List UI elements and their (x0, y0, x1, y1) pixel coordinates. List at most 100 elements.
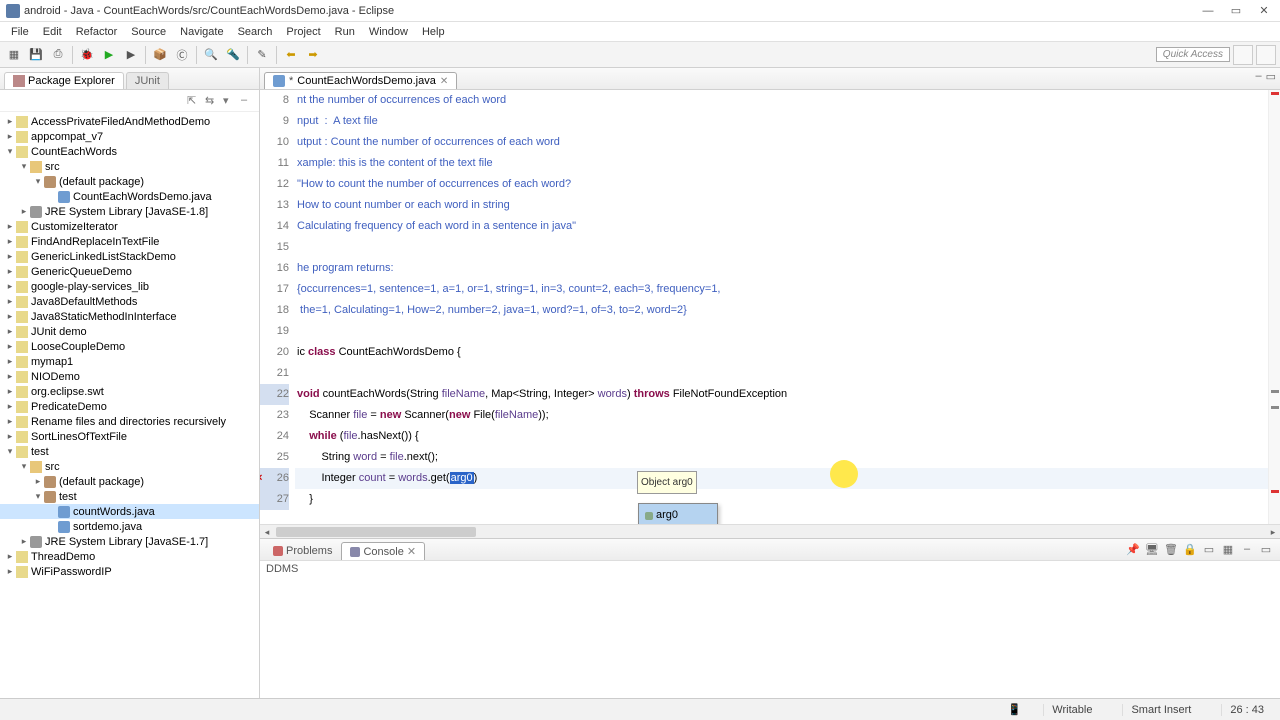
tree-item[interactable]: ▾test (0, 489, 259, 504)
tree-item[interactable]: ▸AccessPrivateFiledAndMethodDemo (0, 114, 259, 129)
tree-item[interactable]: sortdemo.java (0, 519, 259, 534)
menubar: FileEditRefactorSourceNavigateSearchProj… (0, 22, 1280, 42)
menu-project[interactable]: Project (279, 24, 327, 40)
console-open-icon[interactable]: ▭ (1201, 541, 1217, 557)
console-scroll-lock-icon[interactable]: 🔒 (1182, 541, 1198, 557)
java-file-icon (273, 75, 285, 87)
tree-item[interactable]: ▸google-play-services_lib (0, 279, 259, 294)
tree-item[interactable]: ▸JRE System Library [JavaSE-1.8] (0, 204, 259, 219)
overview-ruler[interactable] (1268, 90, 1280, 524)
tab-package-explorer[interactable]: Package Explorer (4, 72, 124, 89)
tree-item[interactable]: ▸appcompat_v7 (0, 129, 259, 144)
tree-item[interactable]: ▾src (0, 459, 259, 474)
tree-item[interactable]: ▾CountEachWords (0, 144, 259, 159)
close-button[interactable]: ✕ (1250, 1, 1278, 21)
menu-help[interactable]: Help (415, 24, 452, 40)
scroll-right-arrow[interactable]: ▸ (1266, 525, 1280, 539)
tab-label: Package Explorer (28, 75, 115, 87)
tree-item[interactable]: ▸Java8DefaultMethods (0, 294, 259, 309)
editor-maximize-icon[interactable]: ▭ (1266, 70, 1276, 83)
tree-item[interactable]: ▸GenericQueueDemo (0, 264, 259, 279)
tree-item[interactable]: ▸PredicateDemo (0, 399, 259, 414)
menu-source[interactable]: Source (124, 24, 173, 40)
tree-item[interactable]: ▸JRE System Library [JavaSE-1.7] (0, 534, 259, 549)
forward-button[interactable]: ➡ (303, 45, 323, 65)
menu-search[interactable]: Search (231, 24, 280, 40)
tab-problems[interactable]: Problems (264, 542, 341, 560)
console-min-icon[interactable]: – (1239, 541, 1255, 557)
editor-minimize-icon[interactable]: – (1255, 70, 1261, 83)
tree-item[interactable]: ▸Rename files and directories recursivel… (0, 414, 259, 429)
tab-close-icon[interactable]: ✕ (407, 545, 416, 558)
toggle-mark-button[interactable]: ✎ (252, 45, 272, 65)
quick-access-input[interactable]: Quick Access (1156, 47, 1230, 62)
back-button[interactable]: ⬅ (281, 45, 301, 65)
tree-item[interactable]: ▸SortLinesOfTextFile (0, 429, 259, 444)
status-android-icon[interactable]: 📱 (1008, 703, 1022, 716)
run-ext-button[interactable]: ▶ (121, 45, 141, 65)
code-editor[interactable]: nt the number of occurrences of each wor… (295, 90, 1280, 524)
tree-item[interactable]: ▾test (0, 444, 259, 459)
new-package-button[interactable]: 📦 (150, 45, 170, 65)
horizontal-scrollbar[interactable]: ◂ ▸ (260, 524, 1280, 538)
ruler-mark[interactable] (1271, 406, 1279, 409)
console-new-icon[interactable]: ▦ (1220, 541, 1236, 557)
save-all-button[interactable]: ⎙ (48, 45, 68, 65)
open-type-button[interactable]: 🔍 (201, 45, 221, 65)
line-number-gutter[interactable]: 89101112131415161718192021222324252627 (260, 90, 295, 524)
view-menu-icon[interactable]: ▾ (223, 94, 237, 108)
console-max-icon[interactable]: ▭ (1258, 541, 1274, 557)
ruler-error-mark[interactable] (1271, 490, 1279, 493)
tree-item[interactable]: ▸WiFiPasswordIP (0, 564, 259, 579)
menu-run[interactable]: Run (328, 24, 362, 40)
package-explorer-icon (13, 75, 25, 87)
ruler-error-mark[interactable] (1271, 92, 1279, 95)
ruler-mark[interactable] (1271, 390, 1279, 393)
menu-file[interactable]: File (4, 24, 36, 40)
tree-item[interactable]: ▸LooseCoupleDemo (0, 339, 259, 354)
save-button[interactable]: 💾 (26, 45, 46, 65)
tree-item[interactable]: ▸ThreadDemo (0, 549, 259, 564)
tree-item[interactable]: ▸CustomizeIterator (0, 219, 259, 234)
menu-window[interactable]: Window (362, 24, 415, 40)
minimize-button[interactable]: — (1194, 1, 1222, 21)
menu-edit[interactable]: Edit (36, 24, 69, 40)
tree-item[interactable]: CountEachWordsDemo.java (0, 189, 259, 204)
console-display-icon[interactable]: 🖥 (1144, 541, 1160, 557)
perspective-java[interactable] (1233, 45, 1253, 65)
tree-item[interactable]: ▸(default package) (0, 474, 259, 489)
search-button[interactable]: 🔦 (223, 45, 243, 65)
tree-item[interactable]: ▾(default package) (0, 174, 259, 189)
tab-junit[interactable]: JUnit (126, 72, 169, 89)
run-button[interactable]: ▶ (99, 45, 119, 65)
collapse-all-icon[interactable]: ⇱ (187, 94, 201, 108)
tab-console[interactable]: Console ✕ (341, 542, 425, 560)
tree-item[interactable]: ▸GenericLinkedListStackDemo (0, 249, 259, 264)
tab-label: Console (363, 546, 403, 558)
code-completion-popup[interactable]: arg0wordfilewordsfileNamegetClass()null (638, 503, 718, 524)
new-button[interactable]: ▦ (4, 45, 24, 65)
menu-navigate[interactable]: Navigate (173, 24, 230, 40)
link-editor-icon[interactable]: ⇆ (205, 94, 219, 108)
maximize-button[interactable]: ▭ (1222, 1, 1250, 21)
editor-tab-counteachwords[interactable]: *CountEachWordsDemo.java ✕ (264, 72, 457, 89)
minimize-view-icon[interactable]: – (241, 94, 255, 108)
tree-item[interactable]: ▸org.eclipse.swt (0, 384, 259, 399)
debug-button[interactable]: 🐞 (77, 45, 97, 65)
tree-item[interactable]: ▸NIODemo (0, 369, 259, 384)
tree-item[interactable]: ▸mymap1 (0, 354, 259, 369)
completion-item[interactable]: arg0 (639, 504, 717, 524)
tree-item[interactable]: countWords.java (0, 504, 259, 519)
new-class-button[interactable]: Ⓒ (172, 45, 192, 65)
scroll-left-arrow[interactable]: ◂ (260, 525, 274, 539)
tab-close-icon[interactable]: ✕ (440, 76, 448, 87)
console-pin-icon[interactable]: 📌 (1125, 541, 1141, 557)
tree-item[interactable]: ▸FindAndReplaceInTextFile (0, 234, 259, 249)
console-clear-icon[interactable]: 🗑 (1163, 541, 1179, 557)
tree-item[interactable]: ▸Java8StaticMethodInInterface (0, 309, 259, 324)
perspective-ddms[interactable] (1256, 45, 1276, 65)
menu-refactor[interactable]: Refactor (69, 24, 125, 40)
project-tree[interactable]: ▸AccessPrivateFiledAndMethodDemo▸appcomp… (0, 112, 259, 698)
tree-item[interactable]: ▸JUnit demo (0, 324, 259, 339)
tree-item[interactable]: ▾src (0, 159, 259, 174)
